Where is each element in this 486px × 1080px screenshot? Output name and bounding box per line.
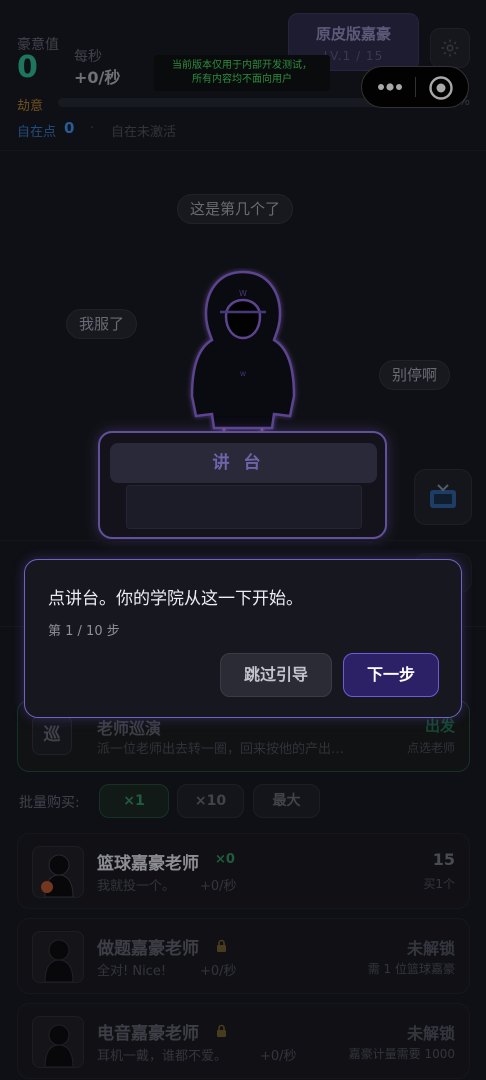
teacher-row-basketball[interactable]: 篮球嘉豪老师 ×0 我就投一个。 +0/秒 15 买1个: [17, 833, 470, 909]
batch-max-button[interactable]: 最大: [253, 784, 320, 818]
teacher-rate: +0/秒: [200, 879, 237, 894]
lock-icon: [217, 939, 226, 952]
rate-value: +0/秒: [74, 68, 121, 87]
dev-notice: 当前版本仅用于内部开发测试， 所有内容均不面向用户: [154, 55, 330, 91]
scene-divider: [0, 540, 486, 541]
teacher-rate: +0/秒: [260, 1049, 297, 1064]
currency-value: 0: [17, 50, 38, 85]
batch-x10-button[interactable]: ×10: [177, 784, 244, 818]
teacher-character[interactable]: W W: [180, 268, 306, 448]
points-status: 自在未激活: [111, 125, 177, 140]
points-value: 0: [64, 119, 75, 137]
version-title: 原皮版嘉豪: [315, 25, 391, 43]
next-step-button[interactable]: 下一步: [343, 653, 439, 697]
close-miniprogram-button[interactable]: [428, 75, 454, 101]
speech-bubble-left: 我服了: [66, 309, 138, 339]
patrol-go-button[interactable]: 出发: [425, 715, 455, 736]
homework-teacher-avatar: [32, 931, 84, 983]
teacher-count-badge: ×0: [215, 852, 235, 867]
more-button[interactable]: [372, 75, 408, 99]
teacher-name: 电音嘉豪老师: [97, 1024, 199, 1044]
more-dots-icon: [378, 83, 402, 91]
teacher-name: 篮球嘉豪老师: [97, 854, 199, 874]
stamina-label: 劫意: [17, 99, 44, 114]
svg-text:W: W: [239, 289, 247, 298]
rate-label: 每秒: [74, 49, 102, 65]
guide-text: 点讲台。你的学院从这一下开始。: [48, 589, 303, 609]
capsule-separator: [415, 77, 416, 97]
teacher-desc: 全对! Nice!: [97, 964, 167, 979]
header-divider: [0, 150, 486, 151]
points-sep: ·: [90, 121, 95, 136]
dev-notice-line1: 当前版本仅用于内部开发测试，: [172, 60, 312, 71]
speech-bubble-right: 别停啊: [379, 360, 451, 390]
guide-dialog: 点讲台。你的学院从这一下开始。 第 1 / 10 步 跳过引导 下一步: [24, 559, 462, 718]
basketball-teacher-avatar: [32, 846, 84, 898]
svg-text:W: W: [240, 371, 246, 378]
teacher-price: 15: [432, 850, 455, 869]
teacher-row-edm[interactable]: 电音嘉豪老师 耳机一戴，谁都不爱。 +0/秒 未解锁 嘉豪计量需要 1000: [17, 1003, 470, 1079]
teacher-desc: 耳机一戴，谁都不爱。: [97, 1049, 228, 1064]
patrol-hint: 点选老师: [406, 741, 455, 755]
target-icon: [429, 76, 453, 100]
podium-button[interactable]: 讲台: [98, 431, 387, 539]
miniprogram-capsule: [361, 66, 469, 108]
podium-label: 讲台: [110, 443, 377, 483]
patrol-title: 老师巡演: [97, 719, 162, 738]
teacher-row-homework[interactable]: 做题嘉豪老师 全对! Nice! +0/秒 未解锁 需 1 位篮球嘉豪: [17, 918, 470, 994]
batch-x1-button[interactable]: ×1: [99, 784, 169, 818]
tv-button[interactable]: [414, 469, 472, 525]
lock-icon: [217, 1024, 226, 1037]
patrol-icon: 巡: [32, 715, 72, 755]
settings-button[interactable]: [430, 28, 470, 68]
points-label: 自在点: [17, 125, 57, 140]
gear-icon: [441, 39, 459, 57]
teacher-unlock-hint: 需 1 位篮球嘉豪: [367, 962, 455, 976]
podium-base: [126, 485, 362, 529]
teacher-unlock-hint: 嘉豪计量需要 1000: [348, 1047, 455, 1061]
teacher-rate: +0/秒: [200, 964, 237, 979]
tv-icon: [430, 484, 456, 508]
speech-bubble-top: 这是第几个了: [177, 194, 294, 224]
dev-notice-line2: 所有内容均不面向用户: [192, 74, 292, 85]
guide-step: 第 1 / 10 步: [48, 624, 120, 639]
teacher-desc: 我就投一个。: [97, 879, 176, 894]
skip-guide-button[interactable]: 跳过引导: [220, 653, 332, 697]
edm-teacher-avatar: [32, 1016, 84, 1068]
teacher-name: 做题嘉豪老师: [97, 939, 199, 959]
batch-buy-label: 批量购买:: [19, 795, 80, 811]
teacher-buy-hint: 买1个: [423, 877, 455, 891]
patrol-desc: 派一位老师出去转一圈，回来按他的产出…: [97, 742, 345, 757]
teacher-lock-status: 未解锁: [406, 939, 455, 958]
teacher-lock-status: 未解锁: [406, 1024, 455, 1043]
